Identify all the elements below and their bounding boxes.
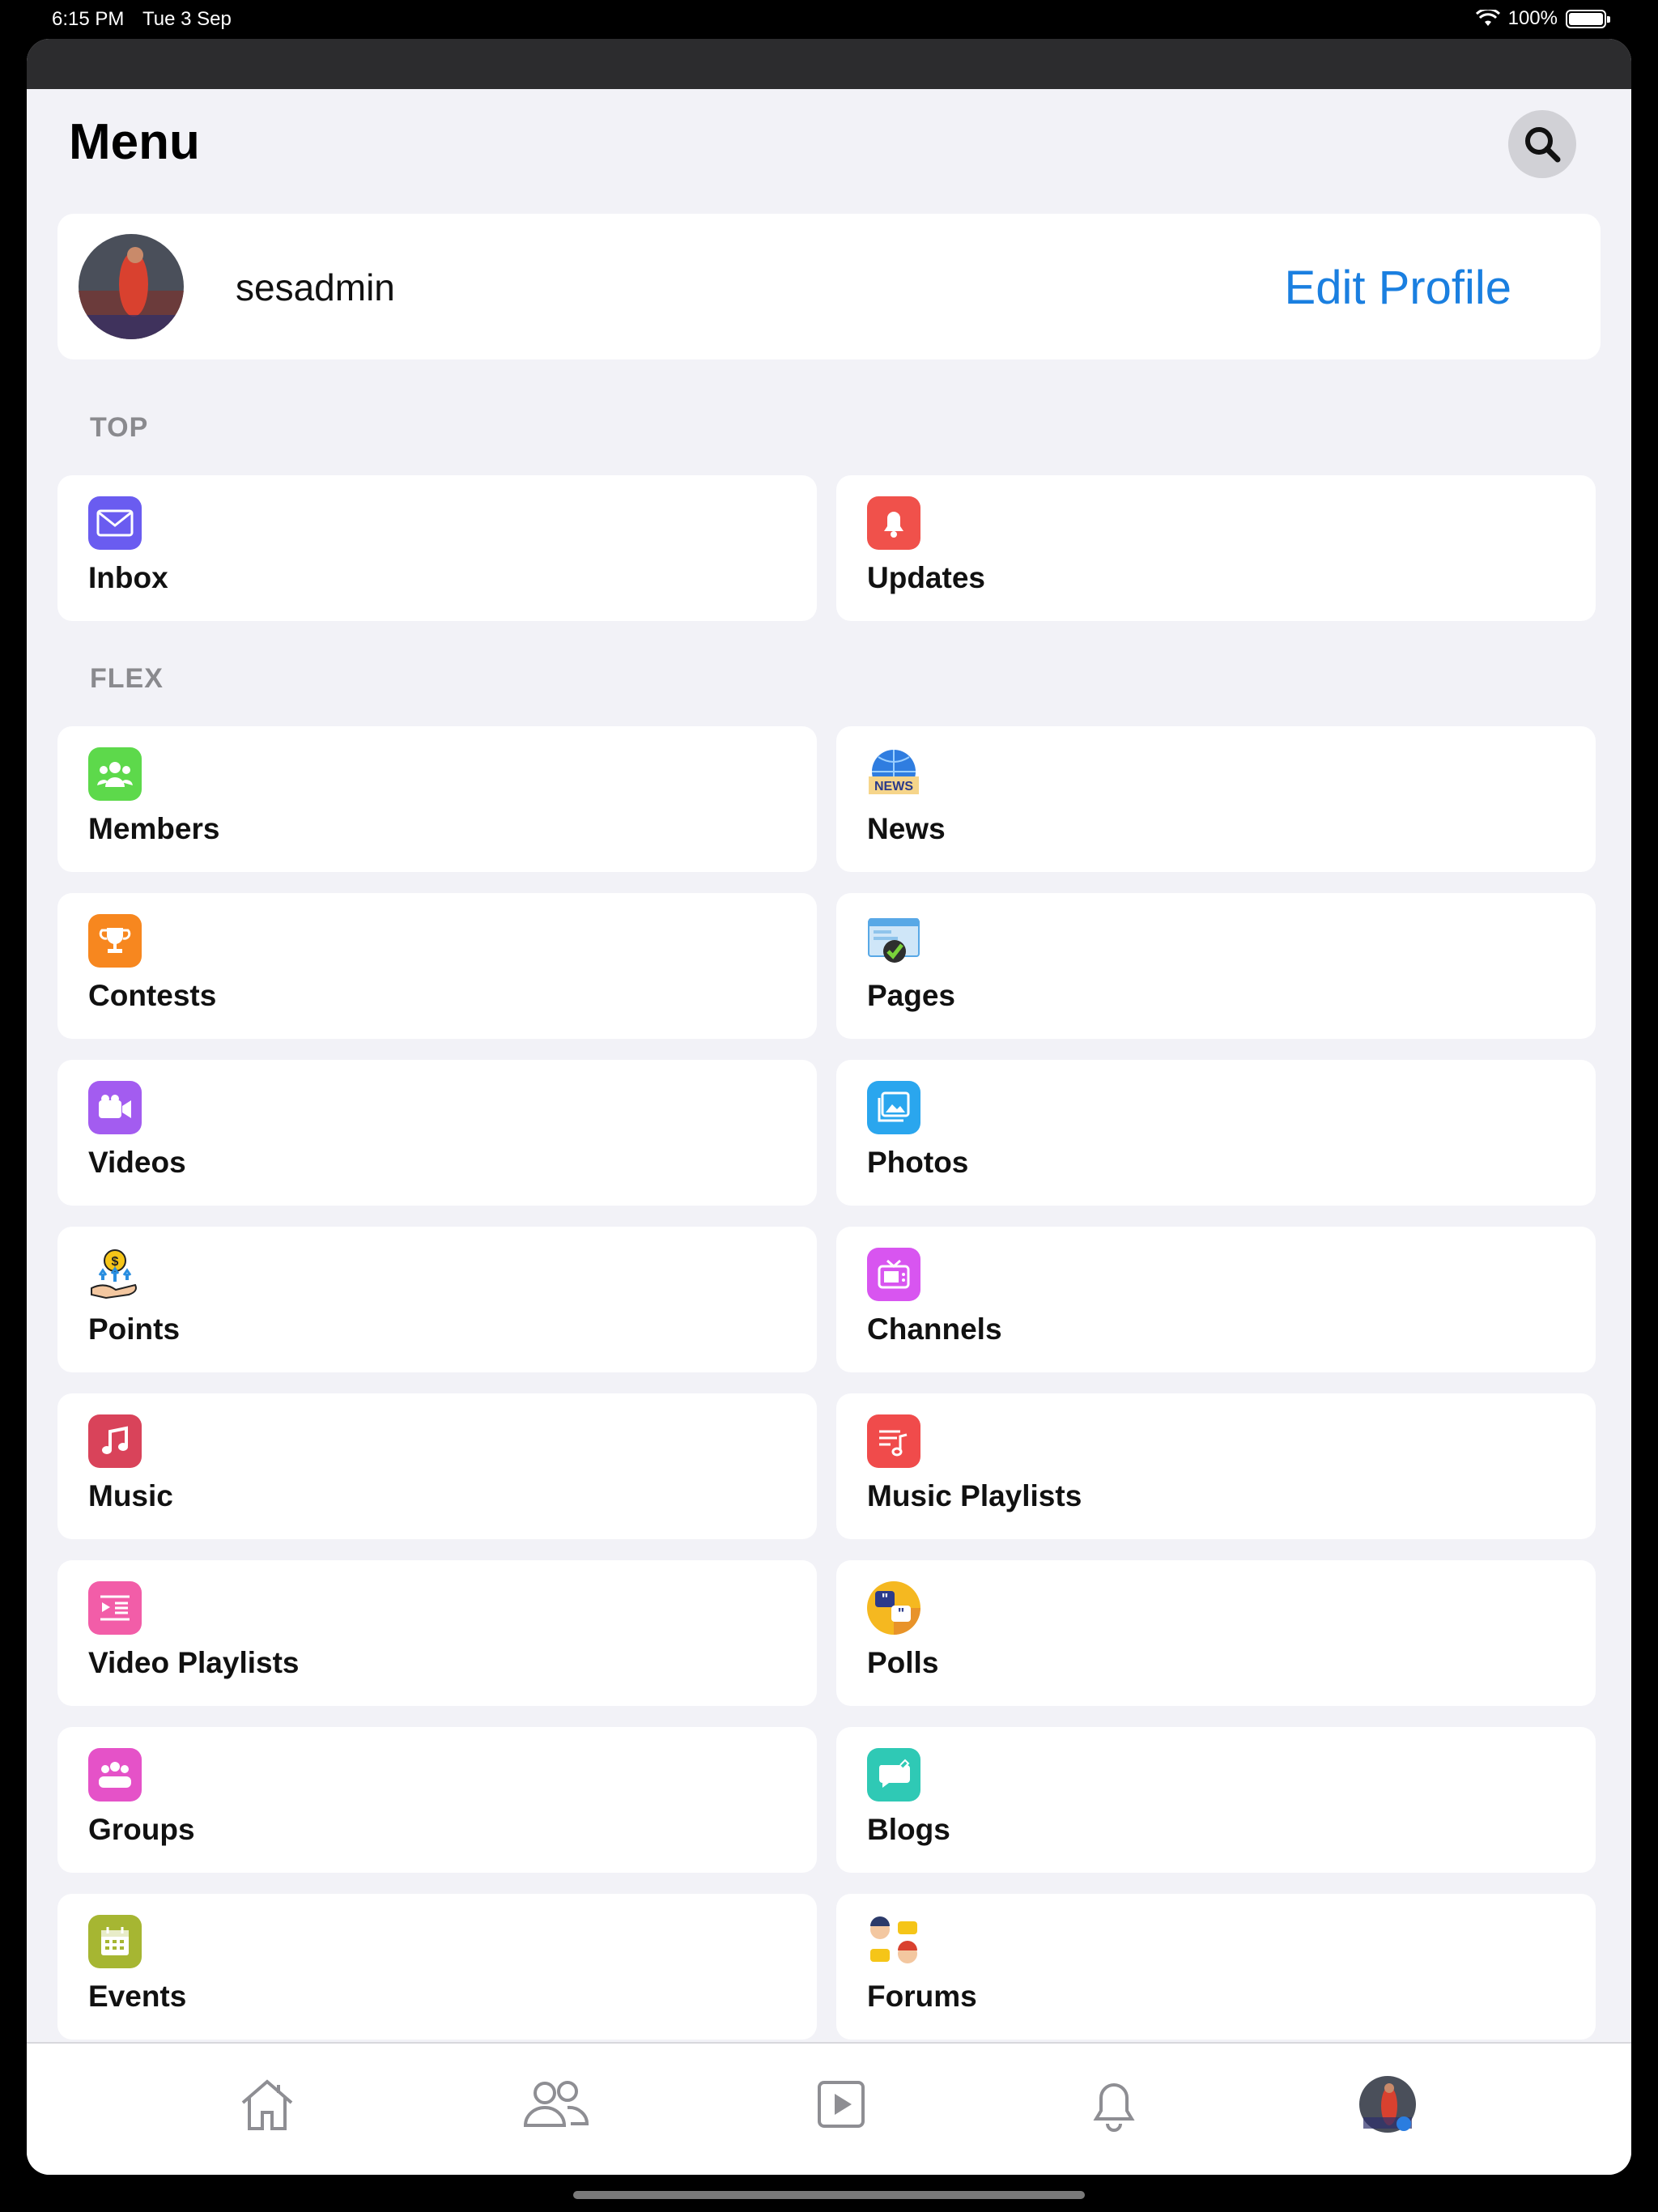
menu-item-blogs[interactable]: Blogs — [836, 1727, 1596, 1873]
music-note-icon — [88, 1414, 142, 1468]
menu-item-contests[interactable]: Contests — [57, 893, 817, 1039]
edit-profile-link[interactable]: Edit Profile — [1285, 261, 1511, 315]
trophy-icon — [88, 914, 142, 968]
menu-item-label: Updates — [867, 561, 985, 594]
status-right: 100% — [1475, 7, 1610, 30]
menu-item-label: Events — [88, 1980, 187, 2013]
sheet-top-bar — [27, 39, 1631, 89]
tab-profile[interactable] — [1351, 2068, 1424, 2141]
status-time: 6:15 PM — [52, 8, 125, 30]
avatar — [79, 234, 184, 339]
menu-item-news[interactable]: NEWS News — [836, 726, 1596, 872]
menu-item-label: Forums — [867, 1980, 977, 2013]
menu-item-video-playlists[interactable]: Video Playlists — [57, 1560, 817, 1706]
tab-friends[interactable] — [519, 2068, 592, 2141]
menu-item-groups[interactable]: Groups — [57, 1727, 817, 1873]
menu-item-label: Inbox — [88, 561, 168, 594]
tab-watch[interactable] — [805, 2068, 878, 2141]
menu-item-members[interactable]: Members — [57, 726, 817, 872]
profile-card[interactable]: sesadmin Edit Profile — [57, 214, 1601, 359]
username: sesadmin — [236, 266, 395, 308]
menu-item-music-playlists[interactable]: Music Playlists — [836, 1393, 1596, 1539]
forums-people-icon — [867, 1915, 920, 1968]
tv-icon — [867, 1248, 920, 1301]
menu-item-label: Blogs — [867, 1813, 950, 1846]
section-label-flex: FLEX — [90, 663, 164, 694]
home-icon — [241, 2079, 293, 2130]
video-play-icon — [818, 2081, 865, 2128]
menu-item-label: Photos — [867, 1146, 969, 1179]
home-indicator — [573, 2191, 1085, 2199]
search-icon — [1525, 127, 1561, 163]
svg-text:NEWS: NEWS — [874, 780, 913, 793]
photo-icon — [867, 1081, 920, 1134]
menu-item-label: Points — [88, 1312, 181, 1346]
section-label-top: TOP — [90, 412, 149, 443]
envelope-icon — [88, 496, 142, 550]
menu-item-videos[interactable]: Videos — [57, 1060, 817, 1206]
menu-item-label: Music — [88, 1479, 173, 1512]
tab-bar — [27, 2042, 1631, 2175]
friends-icon — [523, 2081, 589, 2127]
tab-notifications[interactable] — [1078, 2068, 1150, 2141]
menu-item-label: Contests — [88, 979, 217, 1012]
news-globe-icon: NEWS — [867, 747, 920, 801]
menu-item-photos[interactable]: Photos — [836, 1060, 1596, 1206]
menu-item-updates[interactable]: Updates — [836, 475, 1596, 621]
video-camera-icon — [88, 1081, 142, 1134]
menu-item-label: Members — [88, 812, 220, 845]
polls-quote-icon: " " — [867, 1581, 920, 1635]
menu-item-events[interactable]: Events — [57, 1894, 817, 2040]
menu-item-label: Music Playlists — [867, 1479, 1082, 1512]
groups-icon — [88, 1748, 142, 1802]
blog-chat-icon — [867, 1748, 920, 1802]
svg-text:": " — [882, 1591, 889, 1607]
search-button[interactable] — [1508, 110, 1576, 178]
members-icon — [88, 747, 142, 801]
menu-item-forums[interactable]: Forums — [836, 1894, 1596, 2040]
battery-icon — [1566, 9, 1610, 28]
pages-check-icon — [867, 914, 920, 968]
svg-text:": " — [898, 1606, 905, 1622]
menu-item-polls[interactable]: " " Polls — [836, 1560, 1596, 1706]
tab-home[interactable] — [231, 2068, 304, 2141]
video-playlist-icon — [88, 1581, 142, 1635]
notifications-bell-icon — [1093, 2083, 1135, 2132]
menu-item-channels[interactable]: Channels — [836, 1227, 1596, 1372]
menu-item-label: Pages — [867, 979, 956, 1012]
menu-item-label: Channels — [867, 1312, 1002, 1346]
page-title: Menu — [69, 114, 200, 170]
menu-item-label: Videos — [88, 1146, 186, 1179]
wifi-icon — [1475, 10, 1500, 26]
music-playlist-icon — [867, 1414, 920, 1468]
menu-item-pages[interactable]: Pages — [836, 893, 1596, 1039]
menu-item-label: Polls — [867, 1646, 939, 1679]
menu-item-label: Groups — [88, 1813, 195, 1846]
menu-item-label: Video Playlists — [88, 1646, 300, 1679]
battery-percent: 100% — [1507, 7, 1558, 29]
header: Menu — [27, 89, 1631, 220]
calendar-icon — [88, 1915, 142, 1968]
status-date: Tue 3 Sep — [142, 8, 232, 30]
points-coin-icon: $ — [88, 1248, 142, 1301]
status-bar: 6:15 PM Tue 3 Sep 100% — [0, 0, 1658, 39]
menu-item-points[interactable]: $ Points — [57, 1227, 817, 1372]
menu-item-music[interactable]: Music — [57, 1393, 817, 1539]
profile-avatar-icon — [1359, 2076, 1416, 2133]
bell-icon — [867, 496, 920, 550]
menu-item-label: News — [867, 812, 946, 845]
menu-item-inbox[interactable]: Inbox — [57, 475, 817, 621]
menu-sheet: Menu sesadmin Edit Profile TOP Inbox Upd… — [27, 39, 1631, 2175]
